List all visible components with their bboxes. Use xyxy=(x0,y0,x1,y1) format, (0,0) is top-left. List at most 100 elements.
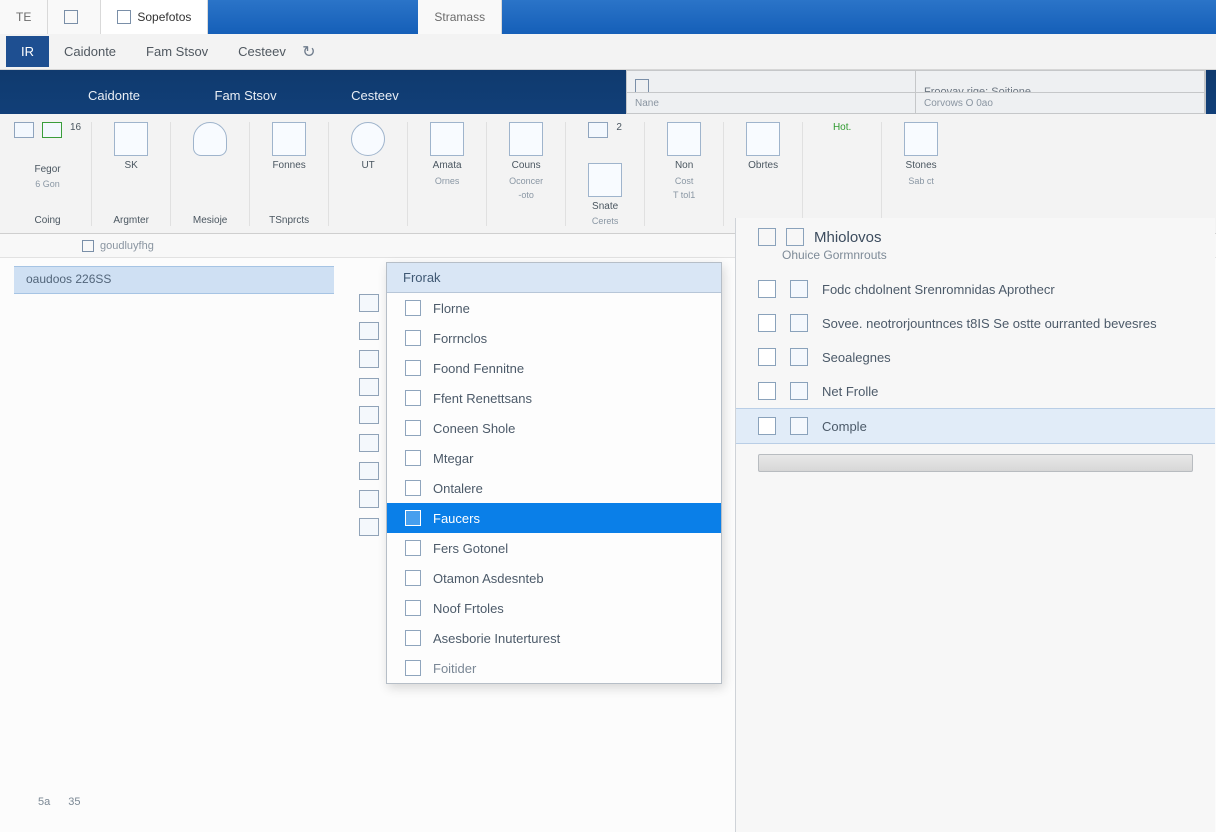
menu-item-icon xyxy=(405,390,421,406)
menu-item-icon xyxy=(405,510,421,526)
menu-item-icon xyxy=(405,360,421,376)
strip-icon[interactable] xyxy=(359,518,379,536)
note-icon[interactable] xyxy=(42,122,62,138)
task-pane-item[interactable]: Comple xyxy=(736,408,1215,444)
menubar: IR Caidonte Fam Stsov Cesteev ↻ xyxy=(0,34,1216,70)
chart-icon xyxy=(272,122,306,156)
menu-cesteev[interactable]: Cesteev xyxy=(223,36,301,67)
context-menu-item[interactable]: Faucers xyxy=(387,503,721,533)
context-menu-item[interactable]: Ontalere xyxy=(387,473,721,503)
ribbon-group-2: SK Argmter xyxy=(92,122,171,226)
task-pane-title: Mhiolovos xyxy=(814,229,882,246)
menu-item-icon xyxy=(405,450,421,466)
grid-icon xyxy=(746,122,780,156)
task-pane-item[interactable]: Net Frolle xyxy=(736,374,1215,408)
item-type-icon xyxy=(790,382,808,400)
menu-ir[interactable]: IR xyxy=(6,36,49,67)
context-menu-item[interactable]: Coneen Shole xyxy=(387,413,721,443)
menu-item-icon xyxy=(405,630,421,646)
context-menu-item[interactable]: Foitider xyxy=(387,653,721,683)
info-fields-2: Nane Corvows O 0ao xyxy=(626,92,1206,114)
task-pane-item[interactable]: Seoalegnes xyxy=(736,340,1215,374)
ribbon-btn-sk[interactable]: SK xyxy=(102,122,160,172)
doc-icon xyxy=(786,228,804,246)
title-tab-2[interactable]: Sopefotos xyxy=(101,0,208,34)
ribbon-group-12: StonesSab ct xyxy=(882,122,960,226)
status-0: 5a xyxy=(38,796,50,808)
ribbon-group-6: AmataOrnes xyxy=(408,122,487,226)
ribbon-tab-1[interactable]: Fam Stsov xyxy=(193,82,299,109)
ribbon-btn-couns[interactable]: CounsOconcer-oto xyxy=(497,122,555,200)
context-menu-item[interactable]: Forrnclos xyxy=(387,323,721,353)
tracker[interactable]: oaudoos 226SS xyxy=(14,266,334,294)
strip-icon[interactable] xyxy=(359,350,379,368)
pencil-icon[interactable] xyxy=(588,122,608,138)
task-pane-item[interactable]: Fodc chdolnent Srenromnidas Aprothecr xyxy=(736,272,1215,306)
strip-icon[interactable] xyxy=(359,406,379,424)
menu-item-icon xyxy=(405,600,421,616)
crumb-icon xyxy=(82,240,94,252)
info-cell-2: Nane xyxy=(627,93,916,113)
ribbon-group-7: CounsOconcer-oto xyxy=(487,122,566,226)
context-menu-item[interactable]: Foond Fennitne xyxy=(387,353,721,383)
ribbon-btn-non[interactable]: NonCostT tol1 xyxy=(655,122,713,200)
ribbon-btn-snate[interactable]: SnateCerets xyxy=(576,163,634,227)
item-icon xyxy=(758,417,776,435)
context-menu-item[interactable]: Ffent Renettsans xyxy=(387,383,721,413)
task-pane-header: Mhiolovos xyxy=(736,218,1215,248)
history-icon xyxy=(758,228,776,246)
ribbon-btn-amata[interactable]: AmataOrnes xyxy=(418,122,476,186)
item-type-icon xyxy=(790,348,808,366)
strip-icon[interactable] xyxy=(359,378,379,396)
menu-item-icon xyxy=(405,540,421,556)
icon-strip xyxy=(356,294,382,536)
ribbon-btn-hot[interactable]: Hot. xyxy=(813,122,871,134)
strip-icon[interactable] xyxy=(359,434,379,452)
strip-icon[interactable] xyxy=(359,294,379,312)
context-menu-item[interactable]: Florne xyxy=(387,293,721,323)
context-menu-item[interactable]: Fers Gotonel xyxy=(387,533,721,563)
mail-icon[interactable] xyxy=(14,122,34,138)
title-subtab[interactable]: Stramass xyxy=(418,0,502,34)
ribbon-btn-fegor[interactable]: Fegor6 Gon xyxy=(19,164,77,190)
ribbon: 16 Fegor6 Gon Coing SK Argmter Mesioje F… xyxy=(0,114,1216,234)
ribbon-tab-0[interactable]: Caidonte xyxy=(66,82,162,109)
strip-icon[interactable] xyxy=(359,490,379,508)
ribbon-btn-obrtes[interactable]: Obrtes xyxy=(734,122,792,172)
context-menu: Frorak FlorneForrnclosFoond FennitneFfen… xyxy=(386,262,722,684)
crumb-text: goudluyfhg xyxy=(100,240,154,252)
ribbon-tab-2[interactable]: Cesteev xyxy=(329,82,421,109)
title-tab-0[interactable]: TE xyxy=(0,0,48,34)
ribbon-lbl-coing: Coing xyxy=(34,215,60,227)
card-icon xyxy=(667,122,701,156)
context-menu-item[interactable]: Otamon Asdesnteb xyxy=(387,563,721,593)
ribbon-group-4: Fonnes TSnprcts xyxy=(250,122,329,226)
ribbon-btn-ut[interactable]: UT xyxy=(339,122,397,172)
ribbon-btn-stones[interactable]: StonesSab ct xyxy=(892,122,950,186)
ribbon-btn-cloud[interactable] xyxy=(181,122,239,156)
page-icon xyxy=(64,10,78,24)
flag-icon xyxy=(904,122,938,156)
refresh-icon[interactable]: ↻ xyxy=(301,44,317,60)
strip-icon[interactable] xyxy=(359,462,379,480)
page-icon xyxy=(117,10,131,24)
task-pane-item[interactable]: Sovee. neotrorjountnces t8IS Se ostte ou… xyxy=(736,306,1215,340)
task-pane-scrollbar[interactable] xyxy=(758,454,1193,472)
ribbon-group-11: Hot. xyxy=(803,122,882,226)
context-menu-item[interactable]: Asesborie Inuterturest xyxy=(387,623,721,653)
menu-caidonte[interactable]: Caidonte xyxy=(49,36,131,67)
menu-famstsov[interactable]: Fam Stsov xyxy=(131,36,223,67)
ribbon-btn-fonnes[interactable]: Fonnes xyxy=(260,122,318,172)
title-tab-1[interactable] xyxy=(48,0,101,34)
context-menu-item[interactable]: Noof Frtoles xyxy=(387,593,721,623)
cloud-icon xyxy=(193,122,227,156)
ribbon-group-9: NonCostT tol1 xyxy=(645,122,724,226)
status-1: 35 xyxy=(68,796,80,808)
monitor-icon xyxy=(114,122,148,156)
strip-icon[interactable] xyxy=(359,322,379,340)
item-type-icon xyxy=(790,417,808,435)
circle-icon xyxy=(351,122,385,156)
task-pane: Mhiolovos Ohuice Gormnrouts Fodc chdolne… xyxy=(735,218,1215,832)
ribbon-group-8: 2 SnateCerets xyxy=(566,122,645,226)
context-menu-item[interactable]: Mtegar xyxy=(387,443,721,473)
